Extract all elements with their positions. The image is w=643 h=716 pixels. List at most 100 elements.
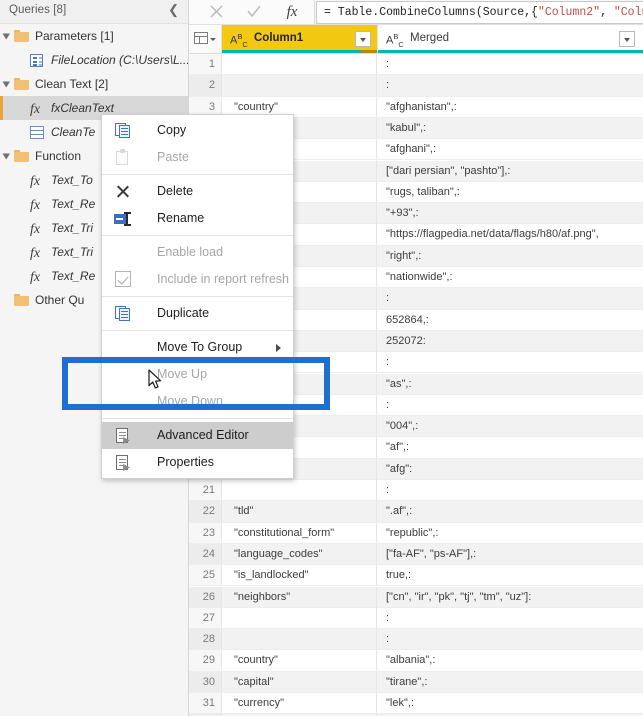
cell-column1[interactable] (222, 607, 377, 629)
select-all-table-select-icon[interactable] (189, 25, 222, 53)
context-menu-item[interactable]: Rename (102, 205, 293, 232)
column1-chevron-down-icon[interactable] (355, 31, 371, 47)
cell-merged[interactable]: : (377, 629, 643, 649)
table-row[interactable]: 1: (189, 54, 643, 76)
query-tree-item-label: Text_Re (51, 269, 96, 283)
expander-collapse-triangle-icon[interactable] (2, 32, 11, 41)
context-menu-item[interactable]: Properties (102, 449, 293, 476)
cell-column1[interactable] (222, 480, 377, 501)
formula-fx-icon[interactable]: fx (275, 2, 309, 22)
cell-merged[interactable]: : (377, 608, 643, 628)
cell-merged[interactable]: "afghani",: (377, 139, 643, 159)
query-tree-item[interactable]: FileLocation (C:\Users\L... (0, 48, 188, 72)
fx-icon: fx (30, 246, 41, 261)
cell-merged[interactable]: "albania",: (377, 650, 643, 670)
cell-column1[interactable]: "tld" (222, 501, 377, 522)
cell-merged[interactable]: 652864,: (377, 310, 643, 330)
context-menu-item-label: Include in report refresh (157, 272, 290, 286)
fx-icon: fx (30, 102, 41, 117)
row-number: 24 (189, 543, 222, 565)
cell-merged[interactable]: "004",: (377, 416, 643, 436)
cell-column1[interactable]: "capital" (222, 671, 377, 692)
table-icon (30, 124, 44, 139)
table-row[interactable]: 25 "is_landlocked" true,: (189, 565, 643, 587)
cell-merged[interactable]: ["dari persian", "pashto"],: (377, 161, 643, 181)
context-menu-item[interactable]: Copy (102, 117, 293, 144)
context-menu-item[interactable]: Move To Group (102, 334, 293, 361)
cell-column1[interactable]: "neighbors" (222, 586, 377, 607)
cell-merged[interactable]: : (377, 480, 643, 500)
table-row[interactable]: 29 "country" "albania",: (189, 650, 643, 672)
cell-merged[interactable]: "af",: (377, 437, 643, 457)
cell-merged[interactable]: : (377, 395, 643, 415)
cell-merged[interactable]: : (377, 352, 643, 372)
query-tree-item[interactable]: Clean Text [2] (0, 72, 188, 96)
folder-icon (14, 292, 29, 306)
cell-merged[interactable]: "nationwide",: (377, 267, 643, 287)
context-menu-item[interactable]: Delete (102, 178, 293, 205)
cell-column1[interactable] (222, 629, 377, 650)
column1-quality-bar-error (361, 50, 377, 53)
query-context-menu[interactable]: Copy Paste Delete Rename Enable load Include … (101, 114, 294, 479)
cell-merged[interactable]: "as",: (377, 374, 643, 394)
formula-input[interactable]: = Table.CombineColumns(Source,{"Column2"… (316, 1, 643, 24)
formula-cancel-close-icon[interactable] (199, 2, 233, 22)
cell-merged[interactable]: : (377, 288, 643, 308)
cell-merged[interactable]: "lek",: (377, 693, 643, 713)
cell-column1[interactable]: "is_landlocked" (222, 565, 377, 586)
table-row[interactable]: 31 "currency" "lek",: (189, 693, 643, 715)
cell-merged[interactable]: true,: (377, 565, 643, 585)
cell-merged[interactable]: 252072: (377, 331, 643, 351)
context-menu-item-label: Move To Group (157, 340, 243, 354)
cell-merged[interactable]: "https://flagpedia.net/data/flags/h80/af… (377, 224, 643, 244)
cell-column1[interactable] (222, 54, 377, 75)
parameter-icon (30, 52, 43, 67)
table-row[interactable]: 21: (189, 480, 643, 502)
cell-merged[interactable]: : (377, 54, 643, 74)
table-row[interactable]: 24 "language_codes" ["fa-AF", "ps-AF"],: (189, 543, 643, 566)
cell-column1[interactable]: "country" (222, 650, 377, 671)
cell-column1[interactable]: "language_codes" (222, 543, 377, 565)
cell-merged[interactable]: "republic",: (377, 523, 643, 543)
table-row[interactable]: 2: (189, 75, 643, 97)
checkbox-icon (114, 271, 132, 288)
expander-collapse-triangle-icon[interactable] (2, 80, 11, 89)
cell-merged[interactable]: ["cn", "ir", "pk", "tj", "tm", "uz"]: (377, 587, 643, 607)
duplicate-icon (114, 305, 132, 322)
cell-merged[interactable]: ".af",: (377, 501, 643, 521)
cell-merged[interactable]: "+93",: (377, 203, 643, 223)
column-header-column1[interactable]: ABC Column1 (222, 25, 377, 53)
column-header-label: Merged (410, 32, 449, 44)
formula-accept-check-icon[interactable] (237, 2, 271, 22)
query-tree-item[interactable]: Parameters [1] (0, 24, 188, 48)
menu-separator (102, 235, 293, 236)
cell-merged[interactable]: "afg": (377, 459, 643, 479)
table-row[interactable]: 27: (189, 607, 643, 630)
context-menu-item[interactable]: Advanced Editor (102, 422, 293, 449)
row-number: 26 (189, 586, 222, 607)
merged-chevron-down-icon[interactable] (619, 31, 635, 47)
table-row[interactable]: 30 "capital" "tirane",: (189, 671, 643, 693)
row-number: 31 (189, 693, 222, 714)
menu-separator (102, 330, 293, 331)
table-row[interactable]: 23 "constitutional_form" "republic",: (189, 522, 643, 544)
expander-collapse-triangle-icon[interactable] (2, 152, 11, 161)
cell-column1[interactable]: "currency" (222, 693, 377, 714)
table-row[interactable]: 22 "tld" ".af",: (189, 501, 643, 523)
context-menu-item[interactable]: Duplicate (102, 300, 293, 327)
cell-merged[interactable]: : (377, 75, 643, 95)
cell-merged[interactable]: "rugs, taliban",: (377, 182, 643, 202)
context-menu-item-label: Advanced Editor (157, 428, 249, 442)
cell-merged[interactable]: "right",: (377, 246, 643, 266)
cell-merged[interactable]: "afghanistan",: (377, 97, 643, 117)
collapse-pane-chevron-left-icon[interactable]: ❮ (168, 3, 179, 17)
cell-merged[interactable]: "kabul",: (377, 118, 643, 138)
table-row[interactable]: 28: (189, 629, 643, 651)
table-row[interactable]: 26 "neighbors" ["cn", "ir", "pk", "tj", "t… (189, 586, 643, 608)
cell-column1[interactable] (222, 75, 377, 96)
formula-bar-buttons: fx (189, 0, 315, 24)
cell-merged[interactable]: "tirane",: (377, 672, 643, 692)
column-header-merged[interactable]: ABC Merged (377, 25, 643, 53)
cell-column1[interactable]: "constitutional_form" (222, 522, 377, 543)
cell-merged[interactable]: ["fa-AF", "ps-AF"],: (377, 544, 643, 564)
